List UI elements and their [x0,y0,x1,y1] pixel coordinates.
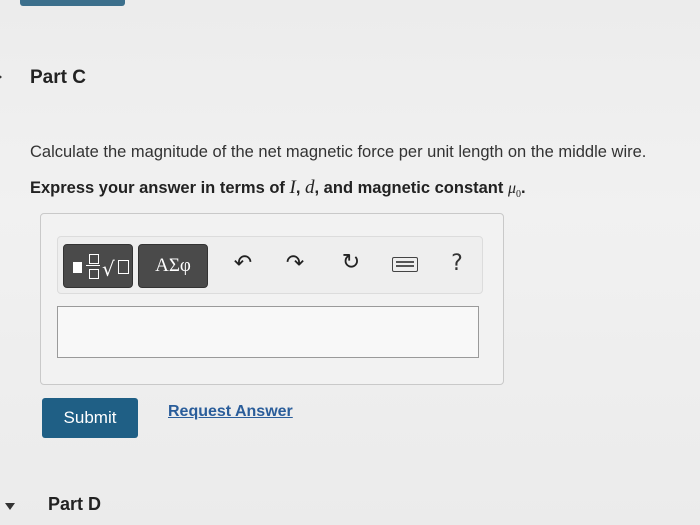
instruction-suffix: . [521,179,526,197]
template-square-icon [73,262,82,273]
answer-instruction: Express your answer in terms of I, d, an… [30,177,526,200]
instruction-sep1: , [295,179,306,197]
math-toolbar: √ ΑΣφ ↶ ↷ ↻ ? [57,236,483,294]
mu-symbol: μ [507,180,516,197]
submit-button[interactable]: Submit [42,398,138,438]
variable-mu0: μ0 [507,180,521,200]
variable-d: d [305,177,315,198]
part-d-expand-icon[interactable] [5,503,15,510]
reset-icon[interactable]: ↻ [340,252,362,274]
greek-symbols-button[interactable]: ΑΣφ [138,244,208,288]
answer-panel: √ ΑΣφ ↶ ↷ ↻ ? [40,213,504,385]
question-text: Calculate the magnitude of the net magne… [30,143,647,161]
keyboard-icon[interactable] [392,257,418,272]
help-icon[interactable]: ? [446,253,468,275]
radicand-box-icon [118,260,129,274]
part-d-title[interactable]: Part D [48,494,101,515]
instruction-prefix: Express your answer in terms of [30,179,290,197]
answer-input[interactable] [57,306,479,358]
top-button-edge[interactable] [20,0,125,6]
fraction-icon [86,254,102,280]
request-answer-link[interactable]: Request Answer [168,403,293,421]
templates-button[interactable]: √ [63,244,133,288]
undo-icon[interactable]: ↶ [232,253,254,275]
part-c-collapse-icon[interactable] [0,72,2,82]
instruction-sep2: , and magnetic constant [314,179,508,197]
part-c-title[interactable]: Part C [30,67,86,89]
sqrt-icon: √ [102,257,115,281]
redo-icon[interactable]: ↷ [284,253,306,275]
